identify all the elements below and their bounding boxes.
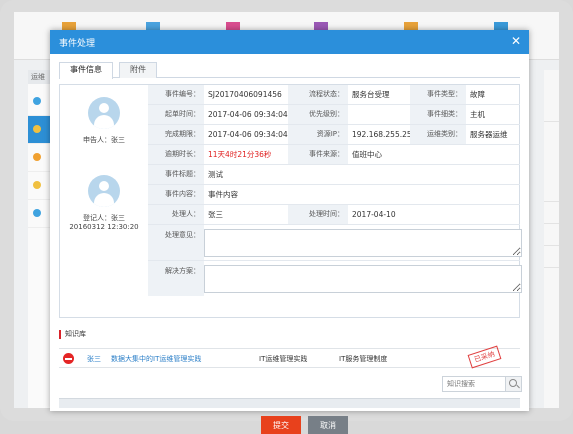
background-table-row [544,246,559,268]
registrar-label: 登记人：张三 [83,214,125,222]
title-label: 事件标题： [148,165,204,184]
event-handling-dialog: 事件处理 ✕ 事件信息 附件 申告人：张三 登记人：张三 20160312 12… [50,30,529,434]
remove-icon[interactable] [63,353,74,364]
opinion-textarea[interactable] [204,229,522,257]
adopted-stamp: 已采纳 [467,345,502,369]
event-type-label: 事件类型： [410,85,466,104]
cancel-button[interactable]: 取消 [308,416,348,434]
title-value: 测试 [208,170,223,179]
registrar-card: 登记人：张三 20160312 12:30:20 [60,175,148,231]
knowledge-search-input[interactable] [443,377,505,391]
search-icon[interactable] [505,377,521,391]
solution-label: 解决方案： [148,261,204,296]
start-time-label: 起单时间： [148,105,204,124]
event-info-panel: 申告人：张三 登记人：张三 20160312 12:30:20 事件编号： SJ… [59,84,522,318]
resource-ip-value: 192.168.255.255 [352,130,417,139]
reporter-label: 申告人：张三 [83,136,125,144]
background-table-row [544,180,559,202]
dialog-tabs: 事件信息 附件 [59,62,520,79]
event-subtype-value: 主机 [470,110,485,119]
content-value: 事件内容 [208,190,238,199]
background-table-row [544,202,559,224]
field-row: 逾期时长： 11天4时21分36秒 事件来源： 值班中心 [148,145,520,165]
knowledge-row: 张三 数据大集中的IT运维管理实践 IT运维管理实践 IT服务管理制度 已采纳 [59,345,520,369]
flow-status-value: 服务台受理 [352,90,390,99]
handle-time-label: 处理时间： [288,205,348,224]
knowledge-category: IT运维管理实践 [259,355,308,363]
dialog-header: 事件处理 ✕ [50,30,529,54]
event-source-value: 值班中心 [352,150,382,159]
background-right-panel [544,70,559,408]
flow-status-label: 流程状态： [288,85,348,104]
event-fields-grid: 事件编号： SJ20170406091456 流程状态： 服务台受理 事件类型：… [148,85,522,297]
knowledge-search [442,376,522,392]
knowledge-author[interactable]: 张三 [87,354,101,364]
reporter-card: 申告人：张三 [60,97,148,145]
handler-value: 张三 [208,210,223,219]
finish-deadline-value: 2017-04-06 09:34:04 [208,130,288,139]
knowledge-article-link[interactable]: 数据大集中的IT运维管理实践 [111,354,201,364]
knowledge-base-title: 知识库 [59,330,86,339]
resource-ip-label: 资源IP： [288,125,348,144]
knowledge-system: IT服务管理制度 [339,355,388,363]
field-row: 起单时间： 2017-04-06 09:34:04 优先级别： 事件细类： 主机 [148,105,520,125]
field-row: 事件标题： 测试 [148,165,520,185]
solution-textarea[interactable] [204,265,522,293]
event-no-label: 事件编号： [148,85,204,104]
finish-deadline-label: 完成期限： [148,125,204,144]
knowledge-table-header [59,398,520,408]
field-row: 事件内容： 事件内容 [148,185,520,205]
handler-label: 处理人： [148,205,204,224]
registrar-datetime: 20160312 12:30:20 [69,223,139,231]
field-row: 解决方案： [148,261,522,297]
content-label: 事件内容： [148,185,204,204]
background-table-row [544,100,559,122]
event-no-value: SJ20170406091456 [208,90,282,99]
event-type-value: 故障 [470,90,485,99]
opinion-label: 处理意见： [148,225,204,260]
priority-label: 优先级别： [288,105,348,124]
field-row: 完成期限： 2017-04-06 09:34:04 资源IP： 192.168.… [148,125,520,145]
event-subtype-label: 事件细类： [410,105,466,124]
field-row: 处理意见： [148,225,522,261]
tab-event-info[interactable]: 事件信息 [59,62,113,79]
reporter-avatar [88,97,120,129]
ops-category-value: 服务器运维 [470,130,508,139]
dialog-title: 事件处理 [59,39,96,49]
start-time-value: 2017-04-06 09:34:04 [208,110,288,119]
close-icon[interactable]: ✕ [511,34,521,48]
field-row: 处理人： 张三 处理时间： 2017-04-10 [148,205,520,225]
ops-category-label: 运维类别： [410,125,466,144]
handle-time-value: 2017-04-10 [352,210,396,219]
field-row: 事件编号： SJ20170406091456 流程状态： 服务台受理 事件类型：… [148,85,520,105]
submit-button[interactable]: 提交 [261,416,301,434]
registrar-avatar [88,175,120,207]
priority-value [348,105,352,124]
background-table-row [544,224,559,246]
event-source-label: 事件来源： [288,145,348,164]
overdue-value: 11天4时21分36秒 [208,150,272,159]
tab-attachments[interactable]: 附件 [119,62,157,78]
overdue-label: 逾期时长： [148,145,204,164]
